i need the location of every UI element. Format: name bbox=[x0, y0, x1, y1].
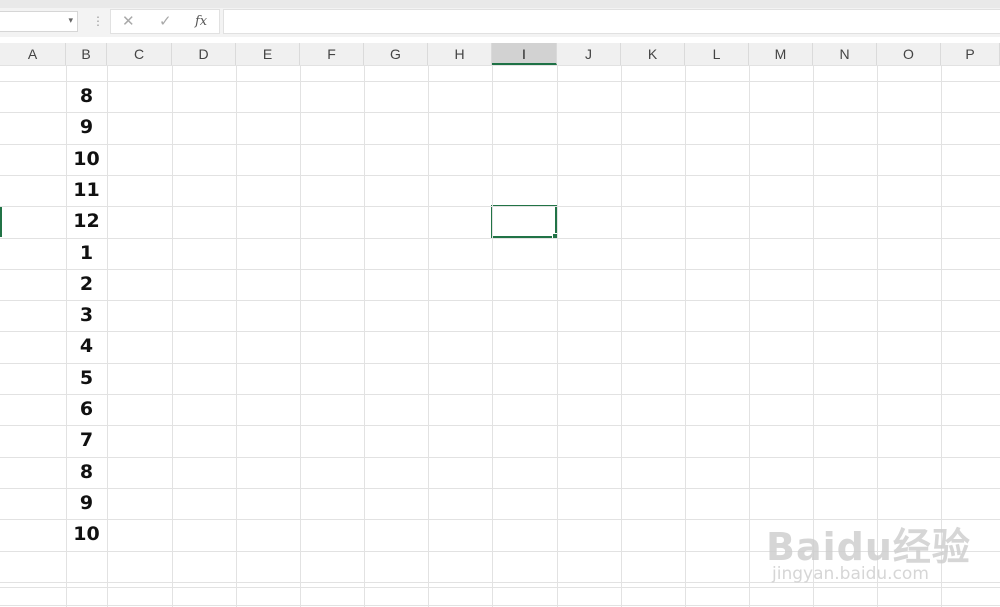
row-gridline bbox=[0, 81, 1000, 82]
column-header-E[interactable]: E bbox=[236, 43, 300, 65]
column-gridline bbox=[557, 65, 558, 607]
window-top-strip bbox=[0, 0, 1000, 8]
column-header-G[interactable]: G bbox=[364, 43, 428, 65]
column-gridline bbox=[172, 65, 173, 607]
formula-bar: ▾ ⋮ ✕ ✓ fx bbox=[0, 8, 1000, 37]
column-header-H[interactable]: H bbox=[428, 43, 492, 65]
chevron-down-icon[interactable]: ▾ bbox=[68, 15, 73, 26]
cell-B[interactable]: 5 bbox=[66, 363, 107, 394]
row-gridline bbox=[0, 363, 1000, 364]
column-gridline bbox=[428, 65, 429, 607]
column-gridline bbox=[685, 65, 686, 607]
baidu-watermark: Baidu经验 jingyan.baidu.com bbox=[766, 500, 996, 590]
column-header-A[interactable]: A bbox=[0, 43, 66, 65]
column-header-F[interactable]: F bbox=[300, 43, 364, 65]
column-headers: ABCDEFGHIJKLMNOP bbox=[0, 43, 1000, 66]
row-gridline bbox=[0, 300, 1000, 301]
column-gridline bbox=[300, 65, 301, 607]
cell-B[interactable]: 8 bbox=[66, 81, 107, 112]
cell-B[interactable]: 3 bbox=[66, 300, 107, 331]
cell-B[interactable]: 9 bbox=[66, 112, 107, 143]
row-gridline bbox=[0, 238, 1000, 239]
cell-B[interactable]: 10 bbox=[66, 144, 107, 175]
row-gridline bbox=[0, 65, 1000, 66]
column-header-J[interactable]: J bbox=[557, 43, 621, 65]
row-gridline bbox=[0, 144, 1000, 145]
column-header-O[interactable]: O bbox=[877, 43, 941, 65]
watermark-url: jingyan.baidu.com bbox=[772, 564, 929, 584]
name-box[interactable]: ▾ bbox=[0, 11, 78, 32]
row-gridline bbox=[0, 425, 1000, 426]
cell-B[interactable]: 11 bbox=[66, 175, 107, 206]
active-row-marker bbox=[0, 206, 2, 237]
column-header-I[interactable]: I bbox=[492, 43, 557, 65]
cell-B[interactable]: 6 bbox=[66, 394, 107, 425]
column-header-B[interactable]: B bbox=[66, 43, 107, 65]
row-gridline bbox=[0, 457, 1000, 458]
row-gridline bbox=[0, 269, 1000, 270]
row-gridline bbox=[0, 331, 1000, 332]
row-gridline bbox=[0, 206, 1000, 207]
column-gridline bbox=[107, 65, 108, 607]
formula-input[interactable] bbox=[223, 9, 1000, 34]
column-header-D[interactable]: D bbox=[172, 43, 236, 65]
more-dots-icon: ⋮ bbox=[92, 14, 104, 28]
insert-function-icon[interactable]: fx bbox=[195, 13, 207, 31]
column-gridline bbox=[364, 65, 365, 607]
cancel-icon[interactable]: ✕ bbox=[122, 13, 135, 31]
column-header-M[interactable]: M bbox=[749, 43, 813, 65]
cell-B[interactable]: 8 bbox=[66, 457, 107, 488]
cell-B[interactable]: 10 bbox=[66, 519, 107, 550]
column-header-P[interactable]: P bbox=[941, 43, 1000, 65]
cell-B[interactable]: 12 bbox=[66, 206, 107, 237]
column-gridline bbox=[621, 65, 622, 607]
row-gridline bbox=[0, 488, 1000, 489]
watermark-brand: Baidu经验 bbox=[766, 525, 971, 569]
cell-B[interactable]: 9 bbox=[66, 488, 107, 519]
enter-icon[interactable]: ✓ bbox=[159, 13, 172, 31]
cell-B[interactable]: 7 bbox=[66, 425, 107, 456]
cell-B[interactable]: 1 bbox=[66, 238, 107, 269]
column-gridline bbox=[236, 65, 237, 607]
row-gridline bbox=[0, 394, 1000, 395]
column-header-K[interactable]: K bbox=[621, 43, 685, 65]
row-gridline bbox=[0, 605, 1000, 606]
column-gridline bbox=[749, 65, 750, 607]
cell-B[interactable]: 2 bbox=[66, 269, 107, 300]
cell-B[interactable]: 4 bbox=[66, 331, 107, 362]
column-header-L[interactable]: L bbox=[685, 43, 749, 65]
column-gridline bbox=[492, 65, 493, 607]
row-gridline bbox=[0, 112, 1000, 113]
column-header-N[interactable]: N bbox=[813, 43, 877, 65]
row-gridline bbox=[0, 175, 1000, 176]
active-cell-I[interactable] bbox=[491, 205, 559, 240]
column-header-C[interactable]: C bbox=[107, 43, 172, 65]
formula-actions: ✕ ✓ fx bbox=[110, 9, 220, 34]
